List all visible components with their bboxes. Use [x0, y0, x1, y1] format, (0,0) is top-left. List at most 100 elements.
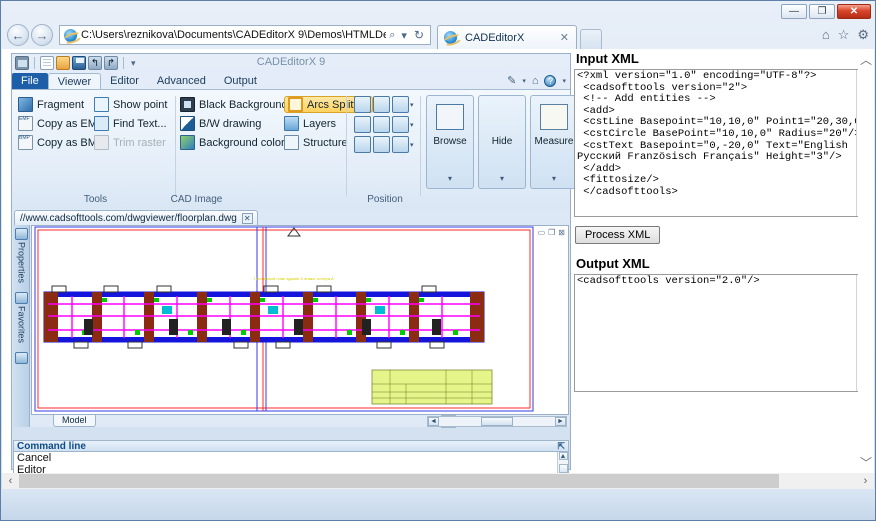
arcs-splitted-icon	[288, 97, 303, 112]
chevron-down-icon[interactable]: ▾	[410, 141, 414, 149]
command-history-scrollbar[interactable]: ▲ ▼	[557, 452, 568, 473]
pin-icon[interactable]: ⇱	[557, 441, 565, 452]
address-text: C:\Users\reznikova\Documents\CADEditorX …	[81, 29, 386, 41]
black-background-button[interactable]: Black Background	[180, 96, 288, 113]
scrollbar-track[interactable]	[19, 474, 857, 488]
search-icon[interactable]: ⌕	[386, 29, 398, 42]
ribbon-tab-output[interactable]: Output	[215, 73, 266, 89]
page-horizontal-scrollbar[interactable]: ‹ ›	[2, 473, 874, 489]
zoom-window-button[interactable]	[373, 96, 390, 113]
fragment-label: Fragment	[37, 98, 85, 111]
refresh-icon[interactable]: ↻	[410, 28, 428, 42]
chevron-down-icon[interactable]: ▾	[562, 77, 566, 85]
fragment-button[interactable]: Fragment	[18, 96, 104, 113]
maximize-button[interactable]: ❐	[809, 4, 835, 19]
process-xml-button[interactable]: Process XML	[575, 226, 661, 244]
sidebar-item-favorites[interactable]: Favorites	[13, 289, 30, 349]
input-xml-textarea[interactable]: <?xml version="1.0" encoding="UTF-8"?> <…	[574, 69, 870, 217]
home-icon[interactable]: ⌂	[822, 27, 830, 43]
scroll-left-arrow-icon[interactable]: ◄	[428, 417, 439, 426]
bw-drawing-button[interactable]: B/W drawing	[180, 115, 288, 132]
find-text-label: Find Text...	[113, 117, 167, 130]
zoom-window-icon	[373, 96, 390, 113]
restore-icon[interactable]: ❐	[548, 228, 555, 237]
chevron-down-icon[interactable]: ▾	[552, 174, 556, 183]
scroll-up-arrow-icon[interactable]: ▲	[558, 452, 568, 460]
measure-button[interactable]: Measure ▾	[530, 95, 578, 189]
properties-icon	[15, 228, 28, 240]
scroll-left-arrow-icon[interactable]: ‹	[2, 475, 19, 487]
scroll-up-arrow-icon[interactable]: ︿	[860, 49, 872, 70]
divider	[420, 96, 421, 196]
chevron-down-icon[interactable]: ▾	[522, 77, 526, 85]
zoom-out-button[interactable]: ▾	[392, 116, 414, 133]
browser-bottom-edge	[1, 489, 875, 520]
command-line-header: Command line ⇱	[13, 440, 569, 452]
chevron-down-icon[interactable]: ▾	[448, 174, 452, 183]
background-color-button[interactable]: Background color	[180, 134, 288, 151]
help-icon[interactable]: ?	[544, 74, 557, 87]
sidebar-label-properties: Properties	[16, 242, 27, 284]
canvas-horizontal-scrollbar[interactable]: ◄ ►	[427, 416, 567, 427]
find-text-button[interactable]: Find Text...	[94, 115, 167, 132]
close-icon[interactable]: ⊠	[558, 228, 565, 237]
favorites-star-icon[interactable]: ☆	[838, 27, 850, 43]
hide-button[interactable]: Hide ▾	[478, 95, 526, 189]
rotate-button[interactable]	[354, 136, 371, 153]
show-point-label: Show point	[113, 98, 168, 111]
minimize-icon[interactable]: ▭	[538, 228, 546, 237]
gear-icon[interactable]: ⚙	[857, 27, 869, 43]
layers-icon	[284, 116, 299, 131]
hide-icon	[488, 104, 516, 130]
scroll-right-arrow-icon[interactable]: ›	[857, 475, 874, 487]
address-bar[interactable]: C:\Users\reznikova\Documents\CADEditorX …	[59, 25, 431, 45]
browse-button[interactable]: Browse ▾	[426, 95, 474, 189]
scrollbar-thumb[interactable]	[481, 417, 513, 426]
zoom-extents-button[interactable]	[373, 116, 390, 133]
close-button[interactable]: ✕	[837, 4, 871, 19]
document-tab-close-icon[interactable]: ✕	[241, 213, 253, 224]
copy-as-bmp-button[interactable]: Copy as BMP	[18, 134, 104, 151]
tab-close-icon[interactable]: ✕	[557, 31, 572, 44]
zoom-realtime-button[interactable]	[373, 136, 390, 153]
sidebar-item-properties[interactable]: Properties	[13, 225, 30, 289]
back-button[interactable]: ←	[7, 24, 29, 46]
ribbon-tab-viewer[interactable]: Viewer	[47, 73, 102, 89]
zoom-previous-button[interactable]	[354, 116, 371, 133]
ribbon-tab-advanced[interactable]: Advanced	[148, 73, 215, 89]
output-xml-textarea[interactable]: <cadsofttools version="2.0"/> ︿ ﹀	[574, 274, 870, 392]
cad-drawing-canvas[interactable]: Поэтажный план здания 5 этажа, литера А	[31, 225, 569, 415]
cloud-icon[interactable]: ⌂	[532, 75, 539, 87]
edit-pen-icon[interactable]: ✎	[507, 74, 516, 87]
chevron-down-icon[interactable]: ▾	[410, 101, 414, 109]
tab-cadeditorx[interactable]: CADEditorX ✕	[437, 25, 577, 49]
chevron-down-icon[interactable]: ▾	[500, 174, 504, 183]
copy-as-emf-button[interactable]: Copy as EMF	[18, 115, 104, 132]
zoom-in-button[interactable]: ▾	[392, 96, 414, 113]
black-background-icon	[180, 97, 195, 112]
ribbon-tab-editor[interactable]: Editor	[101, 73, 148, 89]
measure-ruler-icon	[540, 104, 568, 130]
scroll-down-arrow-icon[interactable]: ﹀	[860, 452, 872, 473]
structure-label: Structure	[303, 136, 348, 149]
scrollbar-thumb[interactable]	[19, 474, 779, 488]
ribbon-help-area: ✎ ▾ ⌂ ? ▾	[507, 74, 566, 87]
new-tab-button[interactable]	[580, 29, 602, 49]
chevron-down-icon[interactable]: ▾	[398, 29, 410, 42]
ribbon-tab-file[interactable]: File	[12, 73, 48, 89]
page-vertical-scrollbar[interactable]: ︿ ﹀	[858, 49, 874, 473]
zoom-out-icon	[392, 116, 409, 133]
show-point-button[interactable]: Show point	[94, 96, 167, 113]
document-tab-floorplan[interactable]: //www.cadsofttools.com/dwgviewer/floorpl…	[14, 210, 258, 225]
minimize-button[interactable]: —	[781, 4, 807, 19]
model-tab[interactable]: Model	[53, 415, 96, 427]
pan-button[interactable]	[354, 96, 371, 113]
scrollbar-thumb[interactable]	[558, 464, 568, 473]
forward-button[interactable]: →	[31, 24, 53, 46]
window-controls: — ❐ ✕	[781, 4, 871, 19]
scroll-right-arrow-icon[interactable]: ►	[555, 417, 566, 426]
zoom-all-button[interactable]: ▾	[392, 136, 414, 153]
sidebar-item-search[interactable]	[13, 349, 30, 370]
cadeditorx-control: ↰ ↱ ▾ CADEditorX 9 File Viewer Editor Ad…	[11, 53, 630, 473]
chevron-down-icon[interactable]: ▾	[410, 121, 414, 129]
